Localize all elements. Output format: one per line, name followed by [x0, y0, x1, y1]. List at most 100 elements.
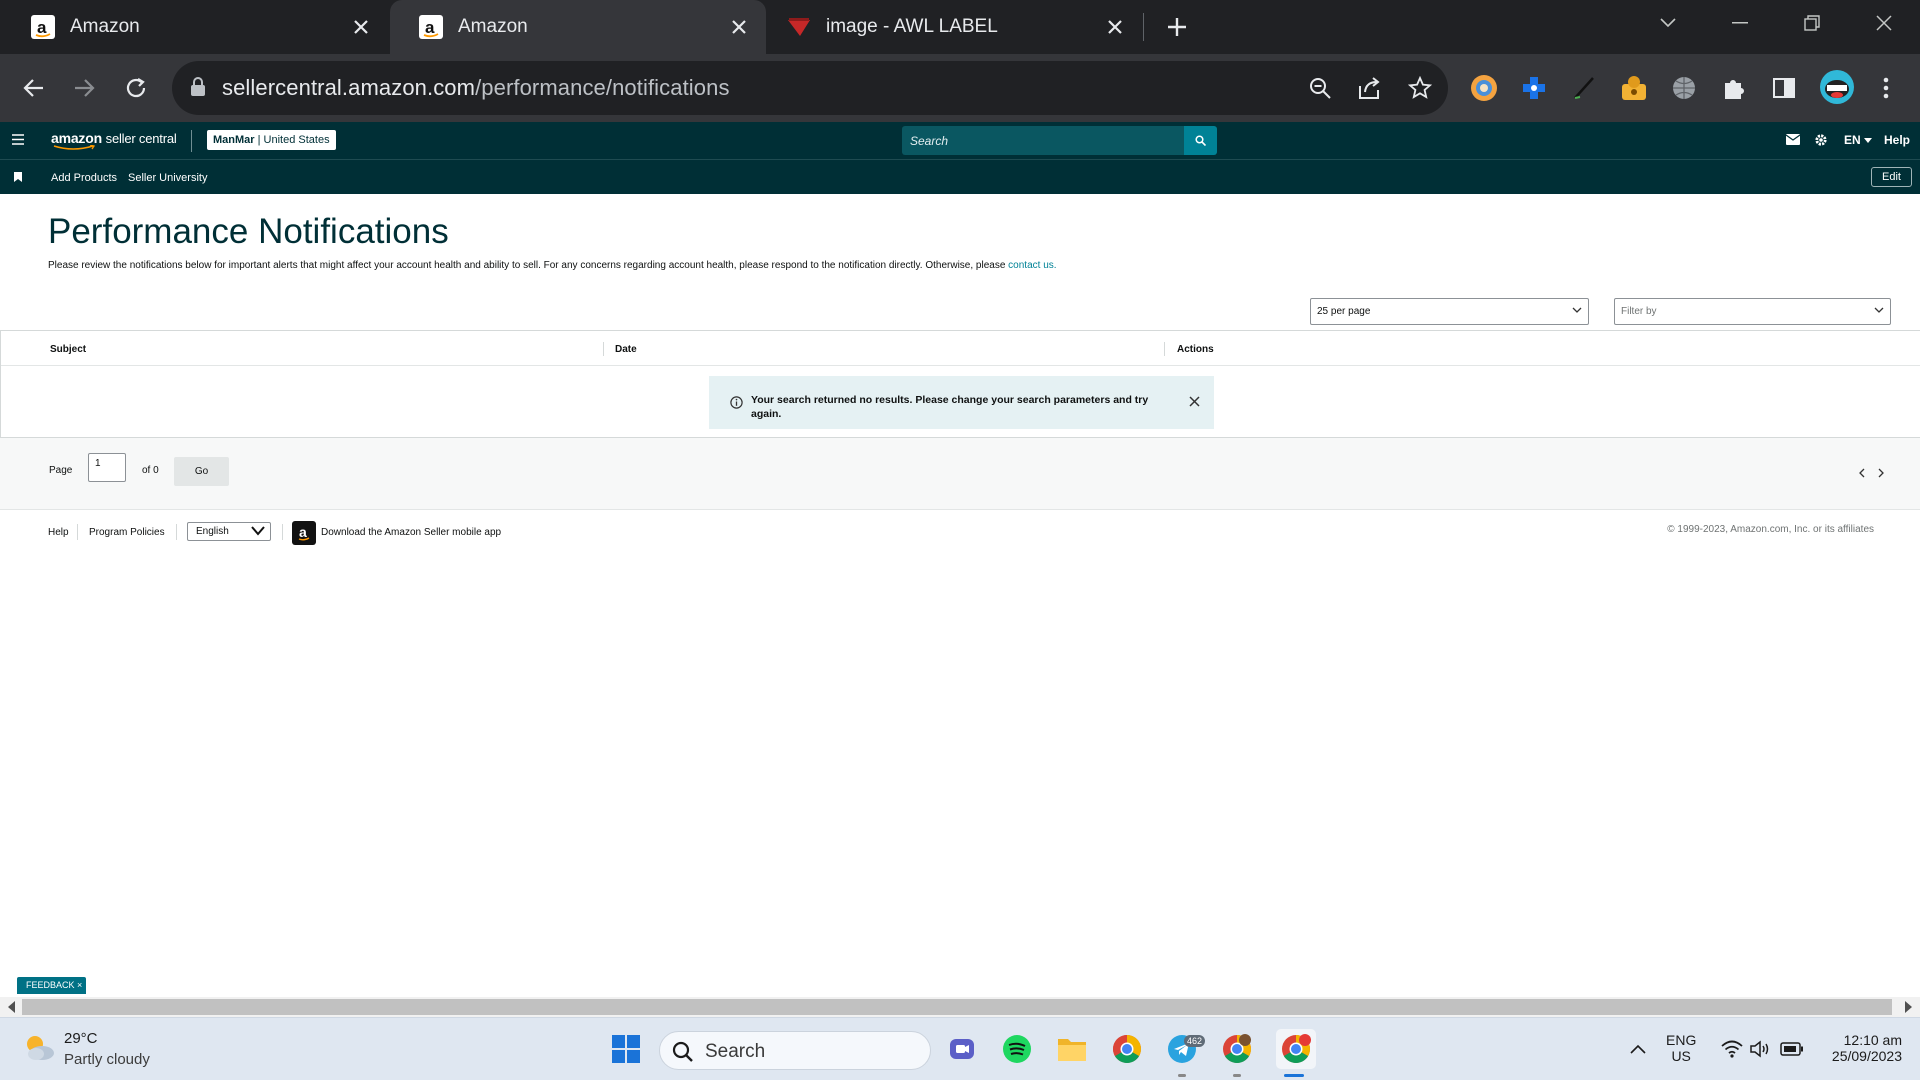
feedback-button[interactable]: FEEDBACK × — [17, 977, 87, 994]
side-panel-icon[interactable] — [1768, 72, 1800, 104]
shortcut-seller-university[interactable]: Seller University — [128, 172, 207, 184]
go-button[interactable]: Go — [174, 457, 229, 486]
close-tab-icon[interactable] — [724, 12, 754, 42]
taskbar-search[interactable]: Search — [659, 1031, 931, 1070]
amazon-icon: a — [418, 14, 444, 40]
horizontal-scrollbar[interactable] — [0, 997, 1920, 1017]
volume-icon[interactable] — [1744, 1033, 1776, 1065]
forward-button[interactable] — [62, 66, 106, 110]
footer-help-link[interactable]: Help — [48, 527, 69, 538]
page-number-input[interactable]: 1 — [88, 453, 126, 482]
previous-page-icon[interactable] — [1858, 468, 1865, 478]
lock-icon[interactable] — [190, 77, 206, 97]
show-hidden-icons[interactable] — [1622, 1033, 1654, 1065]
tab-title: image - AWL LABEL — [826, 16, 998, 37]
no-results-message: Your search returned no results. Please … — [751, 394, 1149, 420]
chrome-icon[interactable] — [1111, 1033, 1143, 1065]
help-link[interactable]: Help — [1884, 133, 1910, 147]
footer-divider — [77, 524, 78, 540]
scrollbar-thumb[interactable] — [22, 999, 1892, 1015]
more-menu-icon[interactable] — [1870, 72, 1902, 104]
bookmark-icon[interactable] — [14, 172, 22, 182]
teams-chat-icon[interactable] — [946, 1033, 978, 1065]
footer-divider — [282, 524, 283, 540]
tab-title: Amazon — [458, 16, 528, 37]
tab-awl-label[interactable]: image - AWL LABEL — [766, 0, 1142, 54]
reload-button[interactable] — [114, 66, 158, 110]
close-tab-icon[interactable] — [346, 12, 376, 42]
tab-search-button[interactable] — [1632, 0, 1704, 46]
chrome-active-icon[interactable] — [1276, 1029, 1316, 1069]
windows-taskbar: 29°C Partly cloudy Search 462 ENG US 12:… — [0, 1017, 1920, 1080]
amazon-app-icon[interactable]: a — [292, 521, 316, 545]
input-language[interactable]: ENG US — [1666, 1032, 1696, 1064]
footer-program-policies-link[interactable]: Program Policies — [89, 527, 165, 538]
profile-avatar[interactable] — [1818, 68, 1856, 106]
input-language-line1: ENG — [1666, 1032, 1697, 1048]
extension-blue-cross-icon[interactable] — [1518, 72, 1550, 104]
search-button[interactable] — [1184, 126, 1217, 155]
scroll-left-icon[interactable] — [8, 1001, 15, 1013]
column-header-subject[interactable]: Subject — [50, 344, 86, 355]
chrome-profile-icon[interactable] — [1221, 1033, 1253, 1065]
language-selector[interactable]: EN — [1844, 133, 1873, 147]
column-divider — [1164, 342, 1165, 356]
tab-title: Amazon — [70, 16, 140, 37]
spotify-icon[interactable] — [1001, 1033, 1033, 1065]
description-text: Please review the notifications below fo… — [48, 260, 1006, 271]
search-icon — [672, 1041, 694, 1063]
puzzle-icon[interactable] — [1718, 72, 1750, 104]
clock[interactable]: 12:10 am 25/09/2023 — [1820, 1032, 1902, 1064]
restore-button[interactable] — [1776, 0, 1848, 46]
chevron-up-icon — [1630, 1044, 1646, 1054]
reload-icon — [126, 78, 146, 98]
address-bar[interactable]: sellercentral.amazon.com/performance/not… — [172, 61, 1448, 115]
edit-shortcuts-button[interactable]: Edit — [1871, 167, 1912, 187]
search-input[interactable] — [902, 126, 1184, 155]
partly-cloudy-icon[interactable] — [22, 1032, 56, 1062]
copyright-text: © 1999-2023, Amazon.com, Inc. or its aff… — [1667, 524, 1874, 535]
column-header-date[interactable]: Date — [615, 344, 637, 355]
contact-us-link[interactable]: contact us. — [1008, 260, 1056, 271]
start-button[interactable] — [610, 1033, 642, 1065]
seller-central-logo[interactable]: amazon seller central — [51, 130, 177, 150]
mail-icon[interactable] — [1786, 134, 1800, 145]
new-tab-button[interactable] — [1142, 4, 1212, 50]
bookmark-star-icon[interactable] — [1406, 74, 1434, 102]
footer-language-select[interactable]: English — [187, 522, 271, 541]
taskbar-search-label: Search — [705, 1041, 766, 1062]
extension-box-icon[interactable] — [1618, 72, 1650, 104]
extension-pen-icon[interactable] — [1568, 72, 1600, 104]
next-page-icon[interactable] — [1878, 468, 1885, 478]
gear-icon[interactable] — [1814, 133, 1828, 147]
account-switcher[interactable]: ManMar | United States — [207, 130, 336, 150]
minimize-button[interactable] — [1704, 0, 1776, 46]
url-host: sellercentral.amazon.com — [222, 75, 476, 100]
hamburger-menu-icon[interactable] — [12, 134, 24, 145]
file-explorer-icon[interactable] — [1056, 1033, 1088, 1065]
browser-toolbar: sellercentral.amazon.com/performance/not… — [0, 54, 1920, 122]
awl-label-icon — [786, 14, 812, 40]
close-window-button[interactable] — [1848, 0, 1920, 46]
minimize-icon — [1732, 22, 1748, 24]
per-page-select[interactable]: 25 per page — [1310, 298, 1589, 325]
share-icon[interactable] — [1356, 74, 1384, 102]
page-title: Performance Notifications — [48, 212, 449, 251]
close-alert-icon[interactable] — [1189, 396, 1200, 407]
windows-icon — [612, 1035, 640, 1063]
tab-amazon-2[interactable]: a Amazon — [390, 0, 766, 54]
filter-select[interactable]: Filter by — [1614, 298, 1891, 325]
scroll-right-icon[interactable] — [1905, 1001, 1912, 1013]
close-tab-icon[interactable] — [1100, 12, 1130, 42]
extension-globe-icon[interactable] — [1668, 72, 1700, 104]
download-app-link[interactable]: Download the Amazon Seller mobile app — [321, 527, 501, 538]
account-region: United States — [263, 134, 330, 146]
extension-orange-icon[interactable] — [1468, 72, 1500, 104]
back-button[interactable] — [12, 66, 56, 110]
running-indicator — [1233, 1074, 1241, 1077]
battery-icon[interactable] — [1776, 1033, 1808, 1065]
tab-amazon-1[interactable]: a Amazon — [0, 0, 388, 54]
plus-icon — [1168, 18, 1186, 36]
shortcut-add-products[interactable]: Add Products — [51, 172, 117, 184]
zoom-icon[interactable] — [1306, 74, 1334, 102]
